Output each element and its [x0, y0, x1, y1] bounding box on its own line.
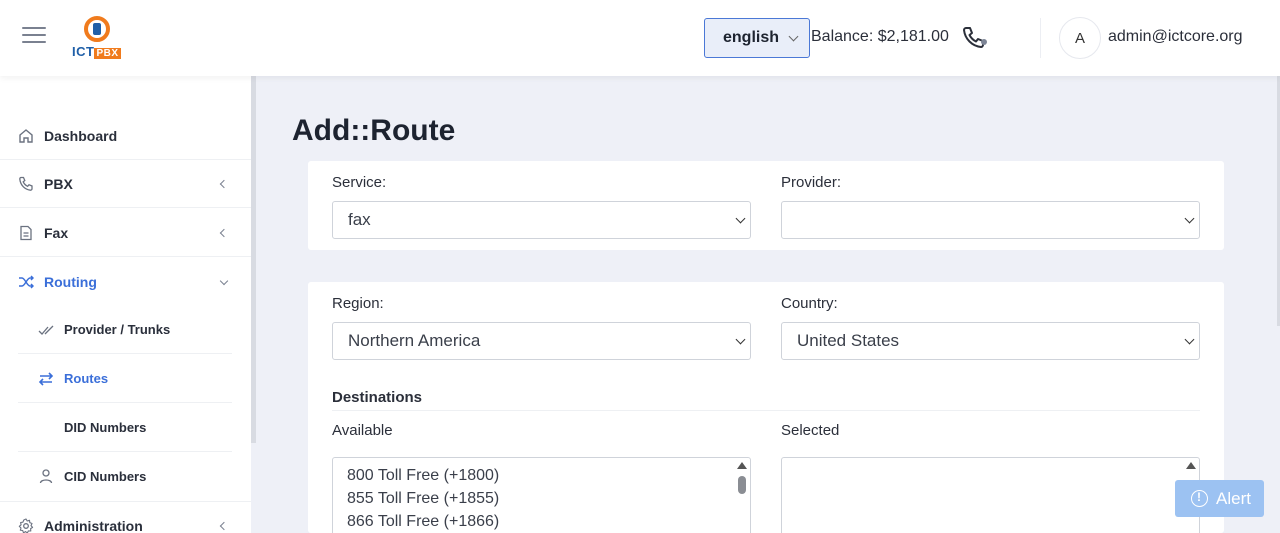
selected-destinations-list[interactable]: [781, 457, 1200, 533]
sidebar-item-fax[interactable]: Fax: [0, 209, 251, 257]
sidebar-item-pbx[interactable]: PBX: [0, 160, 251, 208]
menu-toggle-icon[interactable]: [22, 27, 46, 47]
sidebar-item-label: Administration: [44, 517, 143, 533]
gear-icon: [18, 517, 34, 533]
chevron-left-icon: [219, 228, 229, 237]
ictpbx-logo[interactable]: ICT PBX: [70, 16, 126, 62]
header-divider: [1040, 18, 1041, 58]
info-circle-icon: [1191, 490, 1208, 507]
page-title: Add::Route: [292, 114, 456, 147]
service-label: Service:: [332, 174, 387, 191]
sidebar-subitem-did-numbers[interactable]: DID Numbers: [18, 404, 232, 452]
destination-card: Region: Northern America Country: United…: [308, 282, 1224, 533]
user-icon: [39, 469, 53, 484]
chevron-down-icon: [1184, 334, 1195, 345]
checks-icon: [38, 325, 54, 335]
sidebar-item-label: Dashboard: [44, 127, 118, 144]
phone-status-icon[interactable]: [962, 26, 988, 50]
sidebar-subitem-routes[interactable]: Routes: [18, 355, 232, 403]
region-select-value: Northern America: [348, 331, 481, 350]
chevron-left-icon: [219, 521, 229, 530]
language-label: english: [723, 29, 780, 46]
service-select-value: fax: [348, 210, 371, 229]
phone-icon: [19, 176, 33, 191]
list-item[interactable]: 855 Toll Free (+1855): [333, 487, 750, 510]
scroll-up-arrow-icon: [737, 462, 747, 469]
list-item[interactable]: 866 Toll Free (+1866): [333, 510, 750, 533]
sidebar-subitem-label: DID Numbers: [64, 420, 147, 435]
scroll-up-arrow-icon: [1186, 462, 1196, 469]
language-selector[interactable]: english: [704, 18, 810, 58]
swap-arrows-icon: [38, 371, 54, 386]
chevron-left-icon: [219, 179, 229, 188]
alert-label: Alert: [1216, 488, 1251, 508]
service-select[interactable]: fax: [332, 201, 751, 239]
avatar[interactable]: A: [1059, 17, 1101, 59]
top-bar: ICT PBX english Balance: $2,181.00 A admi…: [0, 0, 1280, 76]
chevron-down-icon: [735, 334, 746, 345]
balance-text: Balance: $2,181.00: [811, 28, 949, 45]
section-divider: [332, 410, 1200, 411]
sidebar-subitem-cid-numbers[interactable]: CID Numbers: [18, 452, 232, 500]
available-label: Available: [332, 422, 393, 439]
sidebar-scrollbar[interactable]: [251, 76, 256, 443]
list-item[interactable]: 800 Toll Free (+1800): [333, 464, 750, 487]
document-icon: [20, 225, 32, 240]
country-select-value: United States: [797, 331, 900, 350]
sidebar-item-label: Fax: [44, 224, 69, 241]
sidebar-subitem-label: Routes: [64, 371, 109, 386]
country-label: Country:: [781, 295, 838, 312]
sidebar-subitem-label: CID Numbers: [64, 468, 147, 484]
sidebar-item-routing[interactable]: Routing: [0, 258, 251, 306]
chevron-down-icon: [219, 276, 229, 286]
sidebar-subitem-label: Provider / Trunks: [64, 322, 171, 337]
shuffle-icon: [19, 275, 34, 289]
sidebar-item-label: Routing: [44, 274, 97, 290]
scroll-thumb: [738, 476, 746, 494]
region-label: Region:: [332, 295, 384, 312]
username-link[interactable]: admin@ictcore.org: [1108, 28, 1243, 46]
chevron-down-icon: [735, 213, 746, 224]
provider-label: Provider:: [781, 174, 842, 191]
provider-select[interactable]: [781, 201, 1200, 239]
sidebar-item-dashboard[interactable]: Dashboard: [0, 112, 251, 160]
sidebar-item-administration[interactable]: Administration: [0, 501, 251, 533]
available-destinations-list[interactable]: 800 Toll Free (+1800) 855 Toll Free (+18…: [332, 457, 751, 533]
destinations-heading: Destinations: [332, 389, 423, 406]
chevron-down-icon: [788, 31, 799, 42]
sidebar-item-label: PBX: [44, 175, 73, 192]
home-icon: [19, 128, 33, 143]
alert-button[interactable]: Alert: [1175, 480, 1264, 517]
chevron-down-icon: [1184, 213, 1195, 224]
country-select[interactable]: United States: [781, 322, 1200, 360]
selected-label: Selected: [781, 422, 840, 439]
sidebar: Dashboard PBX Fax Routing Provider / Tru…: [0, 76, 251, 533]
service-card: Service: fax Provider:: [308, 161, 1224, 250]
sidebar-subitem-provider-trunks[interactable]: Provider / Trunks: [18, 306, 232, 354]
logo-text: ICT PBX: [72, 44, 121, 59]
list-scrollbar[interactable]: [736, 460, 748, 533]
region-select[interactable]: Northern America: [332, 322, 751, 360]
